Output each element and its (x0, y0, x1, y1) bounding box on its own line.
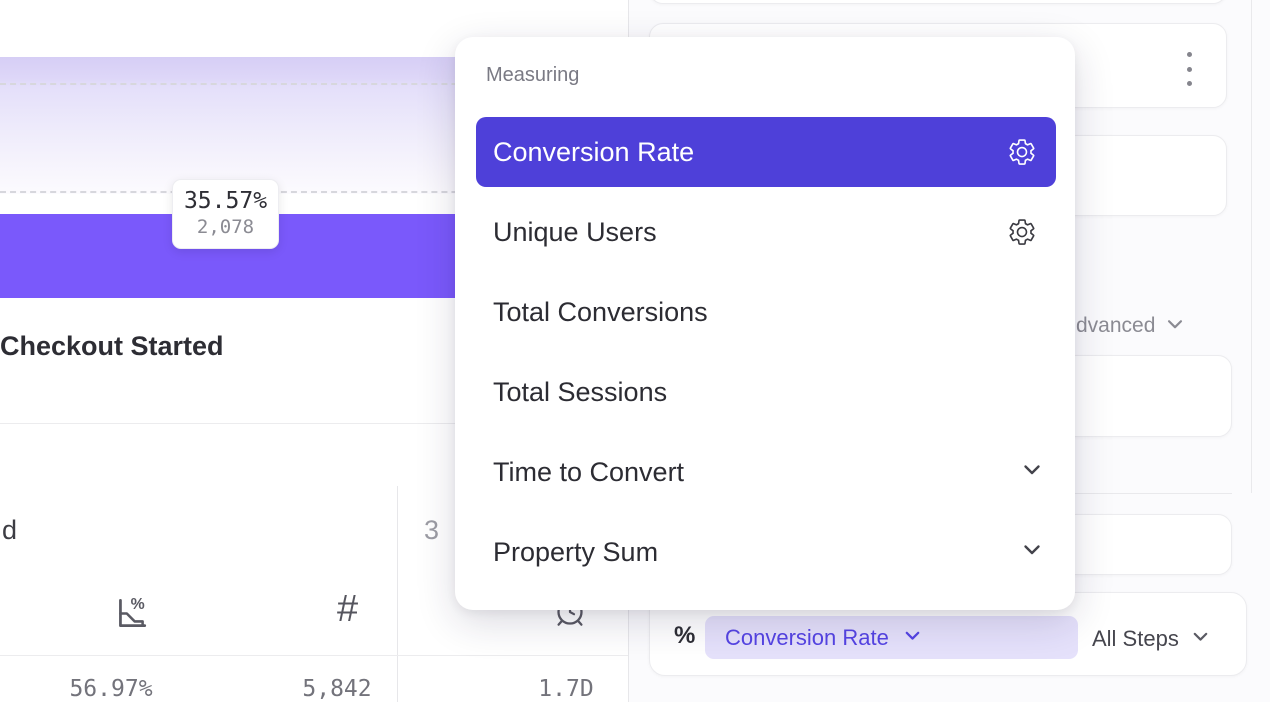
menu-item-label: Property Sum (493, 537, 658, 568)
all-steps-label: All Steps (1092, 626, 1179, 652)
svg-text:%: % (131, 596, 145, 613)
table-column-divider (397, 486, 398, 702)
table-step-header-right-fragment: 3 (424, 515, 439, 546)
conversion-rate-cell: 56.97% (69, 676, 152, 702)
menu-item-label: Conversion Rate (493, 137, 694, 168)
gear-icon[interactable] (1007, 217, 1037, 247)
chevron-down-icon (902, 623, 923, 652)
measurement-chip[interactable]: Conversion Rate (705, 616, 1078, 659)
menu-item-total-sessions[interactable]: Total Sessions (476, 357, 1056, 427)
menu-item-label: Total Conversions (493, 297, 708, 328)
menu-item-property-sum[interactable]: Property Sum (476, 517, 1056, 587)
percent-symbol: % (674, 622, 695, 650)
count-column-icon: # (337, 589, 358, 629)
chevron-down-icon (1020, 538, 1044, 567)
menu-item-label: Time to Convert (493, 457, 684, 488)
chevron-down-icon (1190, 624, 1211, 653)
chevron-down-icon (1020, 458, 1044, 487)
query-card-partial-top (649, 0, 1227, 4)
table-step-header-left-fragment: d (2, 515, 17, 546)
menu-item-unique-users[interactable]: Unique Users (476, 197, 1056, 267)
gear-icon[interactable] (1007, 137, 1037, 167)
table-row-divider (0, 655, 628, 656)
all-steps-dropdown[interactable]: All Steps (1092, 624, 1211, 653)
step-label: Checkout Started (0, 331, 224, 362)
avg-time-cell: 1.7D (538, 676, 593, 702)
kebab-menu-icon[interactable] (1182, 52, 1196, 86)
count-cell: 5,842 (302, 676, 371, 702)
menu-item-conversion-rate[interactable]: Conversion Rate (476, 117, 1056, 187)
menu-item-total-conversions[interactable]: Total Conversions (476, 277, 1056, 347)
tooltip-count: 2,078 (173, 215, 278, 239)
chevron-down-icon (1164, 311, 1186, 341)
funnels-report-screen: 35.57% 2,078 Checkout Started d 3 % # (0, 0, 1270, 702)
tooltip-conversion-rate: 35.57% (173, 188, 278, 215)
advanced-label: dvanced (1076, 314, 1155, 338)
measuring-popover: Measuring Conversion Rate Unique Users T… (455, 37, 1075, 610)
chart-tooltip: 35.57% 2,078 (172, 179, 279, 249)
panel-edge-line (1251, 0, 1252, 493)
menu-item-label: Unique Users (493, 217, 657, 248)
advanced-dropdown[interactable]: dvanced (1076, 311, 1186, 341)
conversion-rate-column-icon: % (112, 594, 150, 637)
measuring-label: Measuring (486, 64, 579, 87)
measurement-chip-label: Conversion Rate (725, 625, 889, 651)
menu-item-time-to-convert[interactable]: Time to Convert (476, 437, 1056, 507)
menu-item-label: Total Sessions (493, 377, 667, 408)
